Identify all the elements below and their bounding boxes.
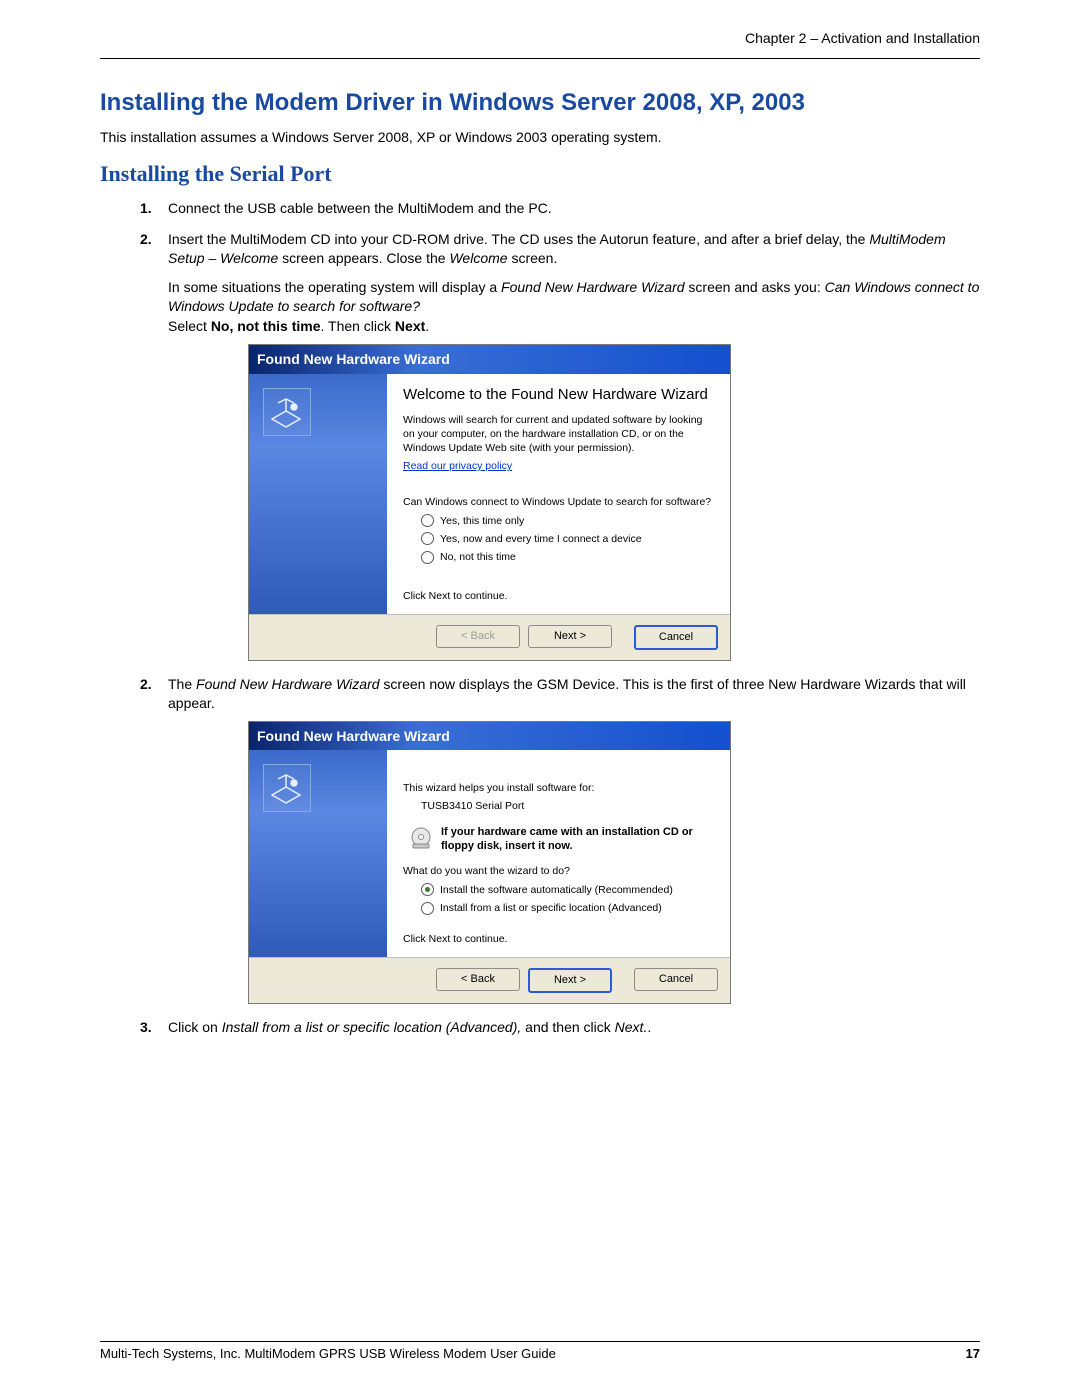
page-footer: Multi-Tech Systems, Inc. MultiModem GPRS… — [100, 1341, 980, 1361]
wizard-content: This wizard helps you install software f… — [387, 750, 730, 956]
header-rule — [100, 58, 980, 59]
hardware-icon — [263, 388, 311, 436]
radio-icon — [421, 532, 434, 545]
radio-label: Yes, this time only — [440, 514, 524, 528]
step-para: Select No, not this time. Then click Nex… — [168, 317, 980, 336]
step-text: The Found New Hardware Wizard screen now… — [168, 676, 966, 711]
step-number: 1. — [140, 199, 152, 218]
back-button[interactable]: < Back — [436, 625, 520, 648]
radio-icon — [421, 902, 434, 915]
document-page: Chapter 2 – Activation and Installation … — [0, 0, 1080, 1397]
cd-icon — [409, 826, 433, 850]
radio-icon — [421, 883, 434, 896]
step-text: Insert the MultiModem CD into your CD-RO… — [168, 231, 946, 266]
radio-label: Yes, now and every time I connect a devi… — [440, 532, 642, 546]
wizard-dialog-1: Found New Hardware Wizard Welcome to the… — [248, 344, 731, 660]
wizard-body: Welcome to the Found New Hardware Wizard… — [249, 374, 730, 614]
cancel-button[interactable]: Cancel — [634, 968, 718, 991]
radio-label: No, not this time — [440, 550, 516, 564]
wizard-title: Found New Hardware Wizard — [249, 722, 730, 751]
step-text: Click on Install from a list or specific… — [168, 1019, 651, 1035]
wizard-dialog-2: Found New Hardware Wizard This wizard he… — [248, 721, 731, 1004]
step-number: 3. — [140, 1018, 152, 1037]
next-button[interactable]: Next > — [528, 968, 612, 993]
wizard-continue: Click Next to continue. — [403, 590, 714, 604]
wizard-question: Can Windows connect to Windows Update to… — [403, 496, 714, 510]
wizard-footer: < Back Next > Cancel — [249, 957, 730, 1003]
wizard-content: Welcome to the Found New Hardware Wizard… — [387, 374, 730, 614]
radio-yes-once[interactable]: Yes, this time only — [421, 514, 714, 528]
hardware-icon — [263, 764, 311, 812]
step-text: Connect the USB cable between the MultiM… — [168, 200, 552, 216]
steps-list: 1. Connect the USB cable between the Mul… — [140, 199, 980, 1037]
main-heading: Installing the Modem Driver in Windows S… — [100, 89, 980, 117]
radio-no[interactable]: No, not this time — [421, 550, 714, 564]
footer-text: Multi-Tech Systems, Inc. MultiModem GPRS… — [100, 1346, 556, 1361]
radio-icon — [421, 551, 434, 564]
sub-heading: Installing the Serial Port — [100, 161, 980, 187]
footer-rule — [100, 1341, 980, 1342]
device-name: TUSB3410 Serial Port — [421, 800, 714, 814]
radio-icon — [421, 514, 434, 527]
step-2: 2. Insert the MultiModem CD into your CD… — [140, 230, 980, 661]
step-para: In some situations the operating system … — [168, 278, 980, 316]
wizard-heading: Welcome to the Found New Hardware Wizard — [403, 386, 714, 404]
step-3: 3. Click on Install from a list or speci… — [140, 1018, 980, 1037]
chapter-header: Chapter 2 – Activation and Installation — [100, 30, 980, 50]
cd-hint: If your hardware came with an installati… — [409, 826, 714, 854]
privacy-link[interactable]: Read our privacy policy — [403, 460, 512, 472]
step-1: 1. Connect the USB cable between the Mul… — [140, 199, 980, 218]
cancel-button[interactable]: Cancel — [634, 625, 718, 650]
wizard-footer: < Back Next > Cancel — [249, 614, 730, 660]
radio-label: Install from a list or specific location… — [440, 901, 662, 915]
next-button[interactable]: Next > — [528, 625, 612, 648]
page-number: 17 — [966, 1346, 980, 1361]
wizard-line1: This wizard helps you install software f… — [403, 782, 714, 796]
radio-yes-always[interactable]: Yes, now and every time I connect a devi… — [421, 532, 714, 546]
step-2b: 2. The Found New Hardware Wizard screen … — [140, 675, 980, 1004]
cd-hint-text: If your hardware came with an installati… — [441, 826, 714, 854]
wizard-sidebar — [249, 750, 387, 956]
wizard-title: Found New Hardware Wizard — [249, 345, 730, 374]
radio-auto[interactable]: Install the software automatically (Reco… — [421, 883, 714, 897]
wizard-body: This wizard helps you install software f… — [249, 750, 730, 956]
step-number: 2. — [140, 675, 152, 694]
wizard-question: What do you want the wizard to do? — [403, 865, 714, 879]
radio-label: Install the software automatically (Reco… — [440, 883, 673, 897]
back-button[interactable]: < Back — [436, 968, 520, 991]
wizard-desc: Windows will search for current and upda… — [403, 414, 714, 455]
radio-advanced[interactable]: Install from a list or specific location… — [421, 901, 714, 915]
wizard-continue: Click Next to continue. — [403, 933, 714, 947]
intro-text: This installation assumes a Windows Serv… — [100, 129, 980, 145]
step-number: 2. — [140, 230, 152, 249]
wizard-sidebar — [249, 374, 387, 614]
